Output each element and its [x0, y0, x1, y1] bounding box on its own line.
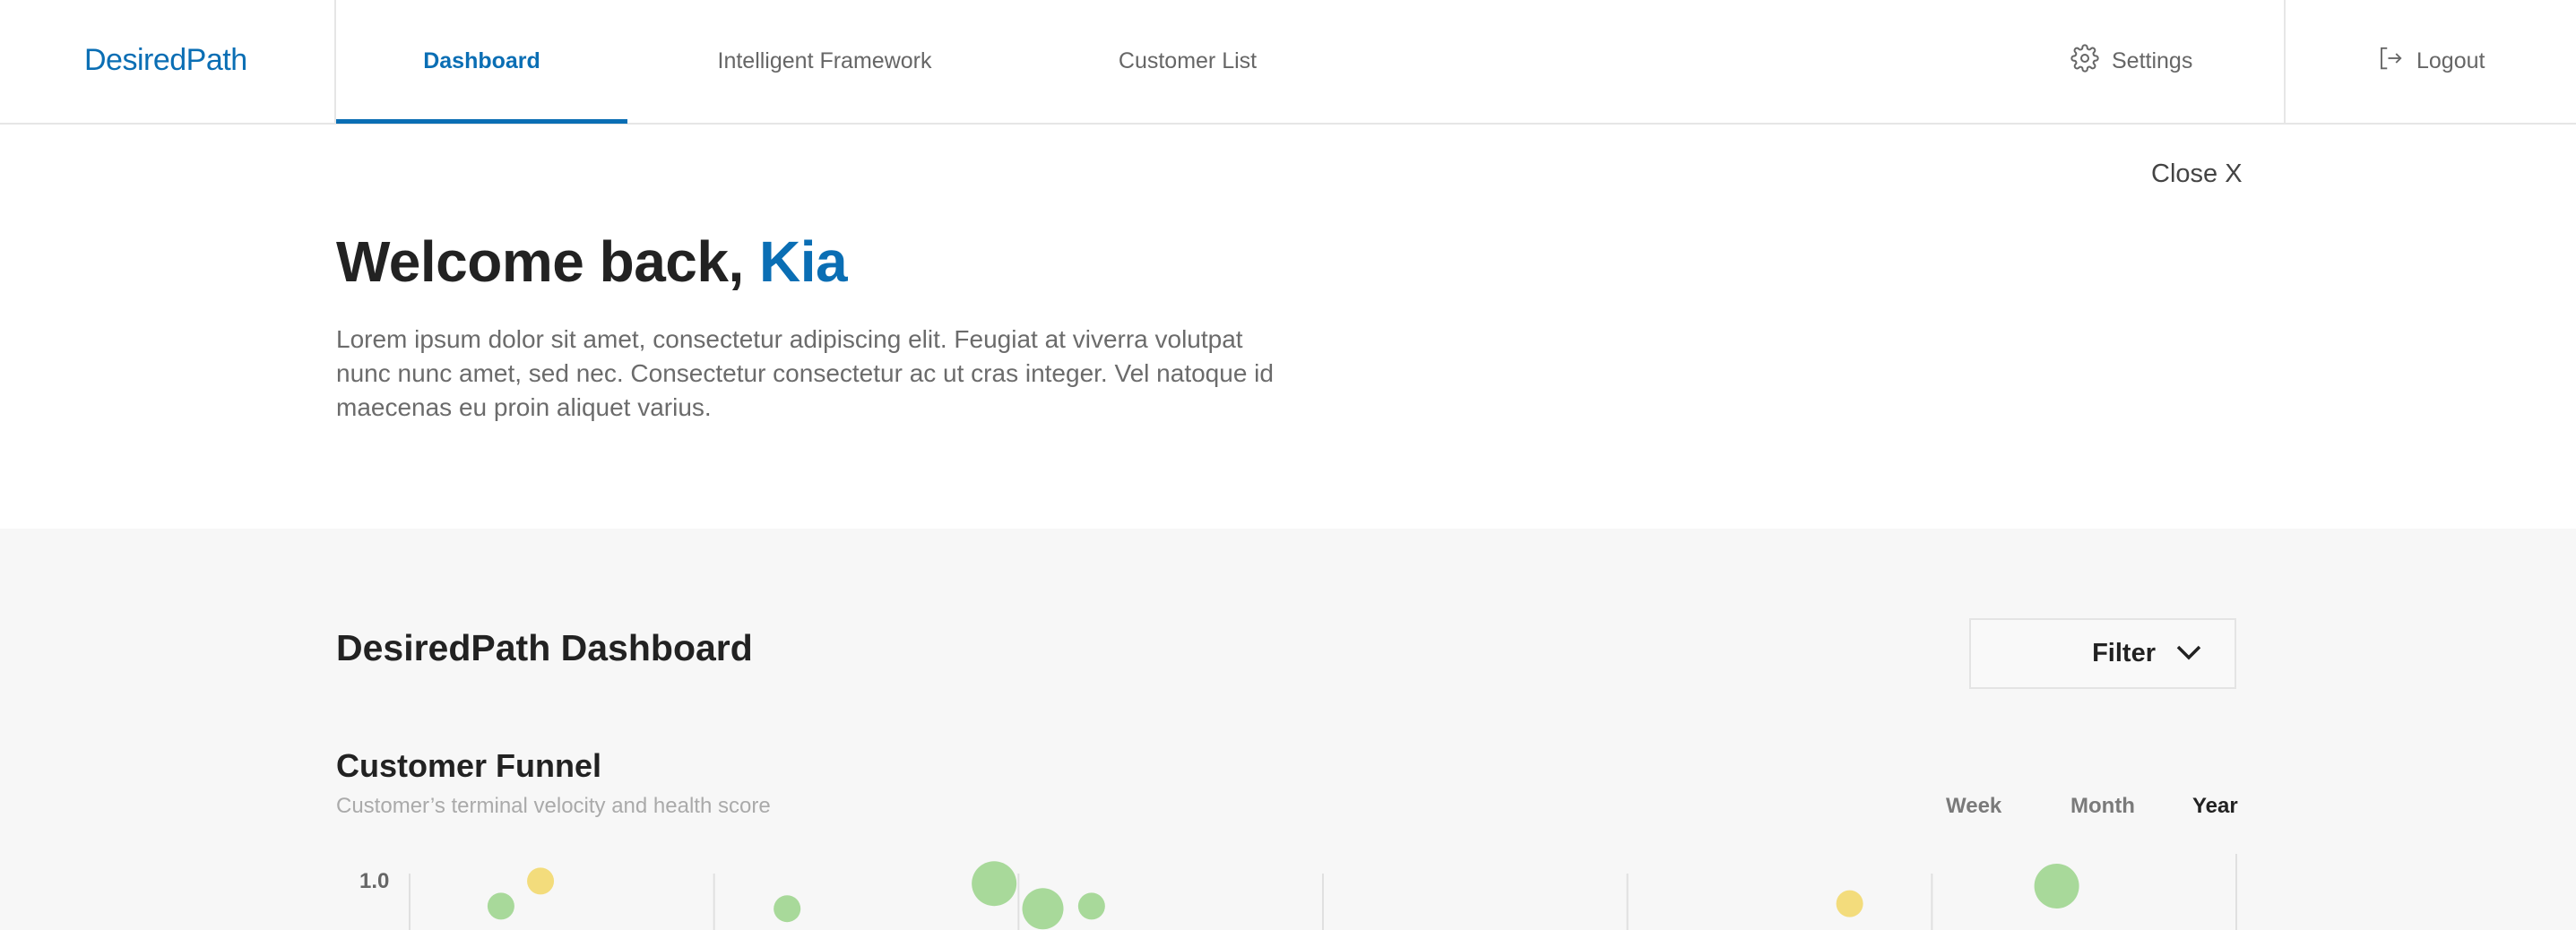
customer-funnel-title: Customer Funnel: [336, 747, 602, 784]
data-point-healthy[interactable]: [1022, 888, 1064, 930]
welcome-user-name: Kia: [759, 229, 848, 294]
data-point-healthy[interactable]: [972, 861, 1017, 907]
welcome-heading: Welcome back, Kia: [336, 228, 848, 295]
tab-dashboard[interactable]: Dashboard: [336, 0, 627, 124]
range-year[interactable]: Year: [2192, 794, 2238, 819]
filter-dropdown[interactable]: Filter: [1969, 618, 2236, 689]
customer-funnel-chart: 1.0: [336, 847, 2241, 930]
close-button[interactable]: Close X: [2151, 159, 2243, 189]
welcome-greeting: Welcome back,: [336, 229, 744, 294]
tab-intelligent-framework[interactable]: Intelligent Framework: [681, 0, 968, 123]
welcome-intro: Lorem ipsum dolor sit amet, consectetur …: [336, 325, 1274, 421]
logout-icon: [2377, 45, 2416, 78]
data-point-healthy[interactable]: [487, 892, 514, 920]
data-point-healthy[interactable]: [774, 895, 801, 923]
logout-button[interactable]: Logout: [2377, 0, 2485, 123]
logo[interactable]: DesiredPath: [84, 43, 247, 78]
data-point-healthy[interactable]: [1077, 892, 1105, 920]
settings-label: Settings: [2112, 48, 2193, 73]
range-month[interactable]: Month: [2070, 794, 2135, 819]
logo-cell: DesiredPath: [0, 0, 336, 123]
top-nav: DesiredPath Dashboard Intelligent Framew…: [0, 0, 2576, 125]
dashboard-title: DesiredPath Dashboard: [336, 627, 753, 668]
chevron-down-icon: [2156, 639, 2202, 668]
data-point-warning[interactable]: [1836, 890, 1863, 917]
tab-customer-list[interactable]: Customer List: [1067, 0, 1309, 123]
gear-icon: [2070, 44, 2112, 79]
data-point-warning[interactable]: [527, 867, 555, 895]
logout-label: Logout: [2416, 48, 2485, 73]
funnel-scatter-plot: 1.0: [359, 854, 2237, 930]
filter-label: Filter: [2092, 639, 2156, 667]
nav-divider: [2284, 0, 2286, 123]
y-tick-label: 1.0: [359, 869, 389, 893]
range-week[interactable]: Week: [1946, 794, 2001, 819]
settings-button[interactable]: Settings: [2070, 0, 2192, 123]
customer-funnel-subtitle: Customer’s terminal velocity and health …: [336, 794, 771, 818]
data-point-healthy[interactable]: [2034, 864, 2079, 908]
